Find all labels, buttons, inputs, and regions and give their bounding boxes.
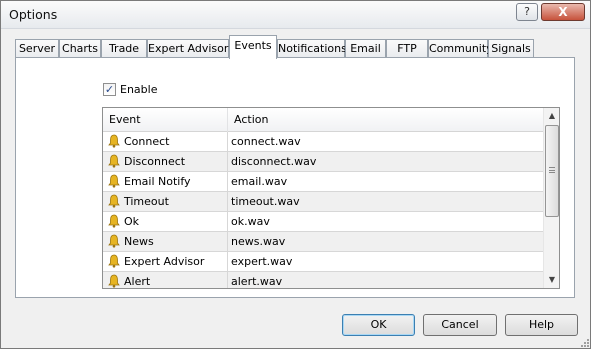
title-bar: Options ? X [1,1,590,29]
tab-events[interactable]: Events [229,35,277,59]
action-cell[interactable]: email.wav [228,172,543,192]
window-title: Options [9,7,58,22]
table-row[interactable]: News news.wav [103,232,543,252]
tab-notifications[interactable]: Notifications [277,39,347,58]
table-row[interactable]: Disconnect disconnect.wav [103,152,543,172]
close-button[interactable]: X [541,3,585,21]
event-cell: Disconnect [103,152,228,172]
options-dialog: Options ? X Server Charts Trade Expert A… [0,0,591,349]
resize-grip-icon[interactable] [579,337,590,348]
table-row[interactable]: Alert alert.wav [103,272,543,288]
action-cell[interactable]: alert.wav [228,272,543,288]
action-cell[interactable]: disconnect.wav [228,152,543,172]
event-cell: Alert [103,272,228,288]
column-header-action[interactable]: Action [228,108,543,132]
event-cell: Ok [103,212,228,232]
grip-icon [549,167,555,173]
tab-server[interactable]: Server [15,39,59,58]
scroll-down-arrow-icon[interactable]: ▼ [544,272,559,288]
event-cell: Email Notify [103,172,228,192]
tab-email[interactable]: Email [345,39,386,58]
event-cell: Connect [103,132,228,152]
table-row[interactable]: Timeout timeout.wav [103,192,543,212]
event-cell: Expert Advisor [103,252,228,272]
events-table: Event Action Connect connect.wav Disconn… [102,107,560,289]
event-cell: Timeout [103,192,228,212]
table-row[interactable]: Email Notify email.wav [103,172,543,192]
tab-trade[interactable]: Trade [101,39,147,58]
action-cell[interactable]: ok.wav [228,212,543,232]
action-cell[interactable]: timeout.wav [228,192,543,212]
column-header-event[interactable]: Event [103,108,228,132]
scroll-up-arrow-icon[interactable]: ▲ [544,108,559,124]
help-button[interactable]: Help [505,314,578,336]
table-row[interactable]: Expert Advisor expert.wav [103,252,543,272]
title-help-button[interactable]: ? [516,3,538,21]
action-cell[interactable]: news.wav [228,232,543,252]
table-body: Connect connect.wav Disconnect disconnec… [103,132,543,288]
tab-signals[interactable]: Signals [488,39,534,58]
table-row[interactable]: Ok ok.wav [103,212,543,232]
scrollbar-thumb[interactable] [545,125,559,217]
action-cell[interactable]: expert.wav [228,252,543,272]
cancel-button[interactable]: Cancel [423,314,497,336]
enable-checkbox[interactable]: ✓ [103,83,116,96]
table-header: Event Action [103,108,543,132]
tab-ftp[interactable]: FTP [386,39,428,58]
enable-label: Enable [120,83,158,96]
action-cell[interactable]: connect.wav [228,132,543,152]
ok-button[interactable]: OK [342,314,415,336]
tab-charts[interactable]: Charts [59,39,101,58]
tab-community[interactable]: Community [428,39,493,58]
events-panel: ✓ Enable Event Action Connect connect.wa… [15,57,575,298]
event-cell: News [103,232,228,252]
table-row[interactable]: Connect connect.wav [103,132,543,152]
tab-expert-advisors[interactable]: Expert Advisors [147,39,234,58]
vertical-scrollbar[interactable]: ▲ ▼ [543,108,559,288]
